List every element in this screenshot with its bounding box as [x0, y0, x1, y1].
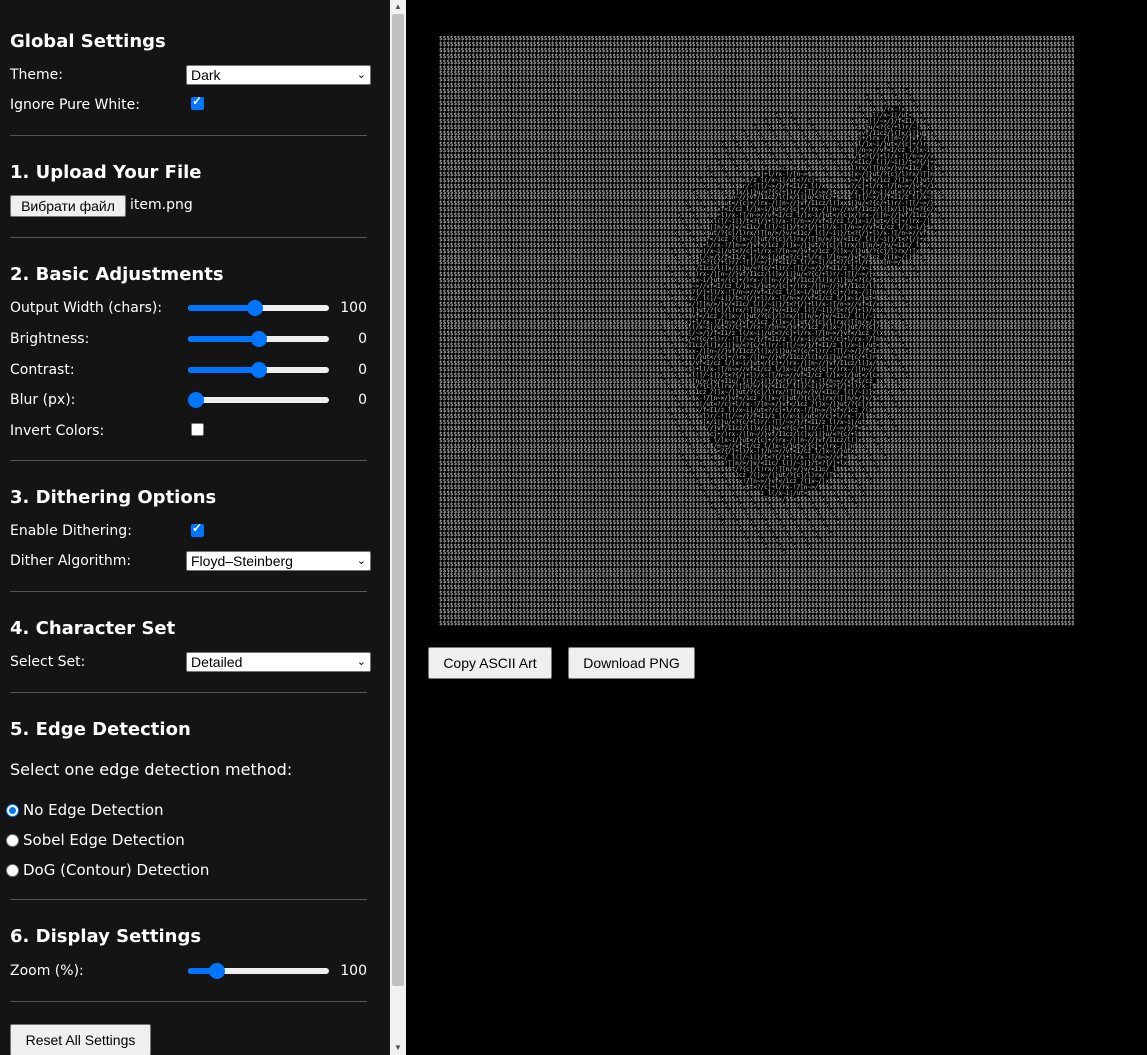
slider-thumb[interactable]: [188, 392, 204, 408]
invert-checkbox[interactable]: [191, 423, 204, 436]
dithering-title: 3. Dithering Options: [10, 487, 217, 508]
display-section: 6. Display Settings: [10, 926, 367, 947]
reset-settings-button[interactable]: Reset All Settings: [10, 1024, 151, 1055]
chevron-down-icon: ⌄: [356, 656, 366, 668]
theme-label: Theme:: [10, 67, 64, 83]
output-width-slider[interactable]: [188, 300, 329, 316]
contrast-label: Contrast:: [10, 362, 75, 378]
output-width-label: Output Width (chars):: [10, 300, 163, 316]
zoom-value: 100: [340, 963, 367, 979]
charset-label: Select Set:: [10, 654, 86, 670]
slider-thumb[interactable]: [250, 362, 267, 378]
ascii-art-text: $$$$$$$$$$$$$$$$$$$$$$$$$$$$$$$$$$$$$$$$…: [439, 36, 1074, 626]
blur-value: 0: [358, 392, 367, 408]
copy-ascii-button[interactable]: Copy ASCII Art: [428, 647, 552, 679]
divider: [10, 1001, 367, 1002]
brightness-value: 0: [358, 331, 367, 347]
edge-option-label: DoG (Contour) Detection: [23, 861, 210, 879]
dither-algorithm-value: Floyd–Steinberg: [191, 553, 293, 569]
basic-adjustments-section: 2. Basic Adjustments: [10, 264, 367, 285]
basic-adjustments-title: 2. Basic Adjustments: [10, 264, 224, 285]
global-settings-title: Global Settings: [10, 31, 166, 52]
divider: [10, 460, 367, 461]
charset-title: 4. Character Set: [10, 618, 176, 639]
edge-description: Select one edge detection method:: [10, 760, 293, 779]
divider: [10, 899, 367, 900]
divider: [10, 135, 367, 136]
choose-file-button[interactable]: Вибрати файл: [10, 195, 126, 217]
upload-section: 1. Upload Your File: [10, 162, 367, 183]
ascii-art-output: $$$$$$$$$$$$$$$$$$$$$$$$$$$$$$$$$$$$$$$$…: [439, 36, 1074, 626]
zoom-slider[interactable]: [188, 963, 329, 979]
scroll-up-icon[interactable]: ▲: [390, 0, 406, 14]
output-width-value: 100: [340, 300, 367, 316]
display-title: 6. Display Settings: [10, 926, 202, 947]
ignore-white-label: Ignore Pure White:: [10, 97, 140, 113]
zoom-label: Zoom (%):: [10, 963, 84, 979]
theme-select[interactable]: Dark ⌄: [186, 65, 371, 85]
file-name: item.png: [130, 197, 193, 213]
brightness-label: Brightness:: [10, 331, 90, 347]
charset-select-value: Detailed: [191, 654, 243, 670]
radio-button[interactable]: [6, 804, 19, 817]
radio-button[interactable]: [6, 864, 19, 877]
download-png-button[interactable]: Download PNG: [568, 647, 695, 679]
scrollbar-thumb[interactable]: [392, 14, 404, 986]
divider: [10, 591, 367, 592]
theme-select-value: Dark: [191, 67, 221, 83]
radio-button[interactable]: [6, 834, 19, 847]
sidebar-scrollbar[interactable]: ▲ ▼: [390, 0, 406, 1055]
ignore-white-checkbox[interactable]: [191, 94, 204, 110]
divider: [10, 237, 367, 238]
dither-algorithm-label: Dither Algorithm:: [10, 553, 132, 569]
edge-option-label: No Edge Detection: [23, 801, 164, 819]
edge-title: 5. Edge Detection: [10, 719, 191, 740]
chevron-down-icon: ⌄: [356, 69, 366, 81]
slider-thumb[interactable]: [209, 963, 226, 979]
edge-section: 5. Edge Detection: [10, 719, 367, 740]
blur-label: Blur (px):: [10, 392, 76, 408]
upload-title: 1. Upload Your File: [10, 162, 202, 183]
global-settings-section: Global Settings: [10, 31, 367, 52]
slider-thumb[interactable]: [250, 331, 267, 347]
edge-option-label: Sobel Edge Detection: [23, 831, 185, 849]
charset-select[interactable]: Detailed ⌄: [186, 652, 371, 672]
invert-label: Invert Colors:: [10, 423, 105, 439]
brightness-slider[interactable]: [188, 331, 329, 347]
contrast-slider[interactable]: [188, 362, 329, 378]
settings-sidebar: Global Settings Theme: Dark ⌄ Ignore Pur…: [0, 0, 390, 1055]
dither-algorithm-select[interactable]: Floyd–Steinberg ⌄: [186, 551, 371, 571]
chevron-down-icon: ⌄: [356, 555, 366, 567]
contrast-value: 0: [358, 362, 367, 378]
slider-thumb[interactable]: [246, 300, 263, 316]
charset-section: 4. Character Set: [10, 618, 367, 639]
divider: [10, 692, 367, 693]
enable-dithering-label: Enable Dithering:: [10, 523, 132, 539]
blur-slider[interactable]: [188, 392, 329, 408]
scroll-down-icon[interactable]: ▼: [390, 1041, 406, 1055]
enable-dithering-checkbox[interactable]: [191, 521, 204, 537]
dithering-section: 3. Dithering Options: [10, 487, 367, 508]
